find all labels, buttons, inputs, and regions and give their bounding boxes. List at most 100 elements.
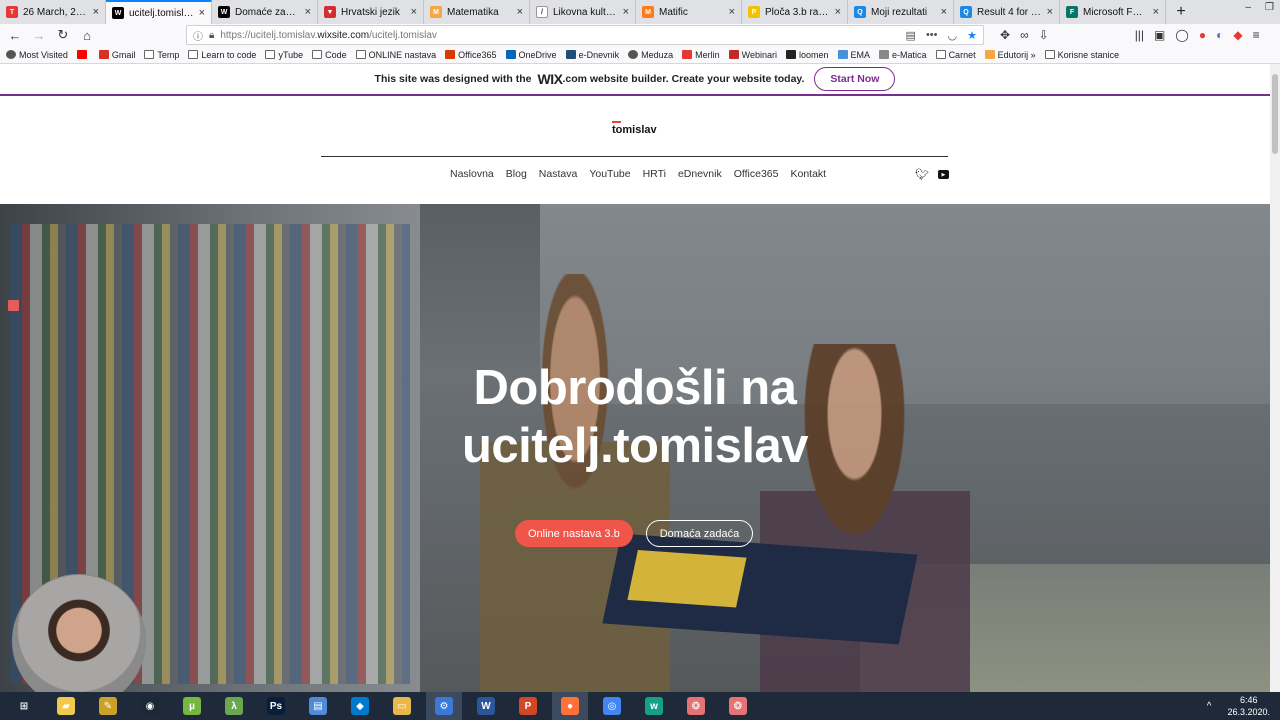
bookmark-3[interactable]: Temp xyxy=(144,50,179,60)
info-icon[interactable]: ⓘ xyxy=(193,28,203,43)
library-icon[interactable]: ||| xyxy=(1135,28,1144,42)
reload-button[interactable]: ↻ xyxy=(52,25,74,45)
tab-3[interactable]: ▼ Hrvatski jezik × xyxy=(318,0,424,24)
reader-view-icon[interactable]: ▤ xyxy=(906,29,916,42)
recording-indicator-icon[interactable] xyxy=(8,300,19,311)
bookmark-13[interactable]: Webinari xyxy=(728,50,777,60)
tab-7[interactable]: P Ploča 3.b razreda × xyxy=(742,0,848,24)
tab-2[interactable]: W Domaće zadaće | u × xyxy=(212,0,318,24)
tab-close-icon[interactable]: × xyxy=(199,7,205,19)
tab-5[interactable]: / Likovna kultura × xyxy=(530,0,636,24)
bookmark-5[interactable]: yTube xyxy=(265,50,303,60)
extension-puzzle-icon[interactable]: ✥ xyxy=(1000,28,1010,42)
bookmark-18[interactable]: Edutorij » xyxy=(984,50,1036,60)
taskbar-app-red2[interactable]: ❂ xyxy=(720,692,756,720)
taskbar-lambda[interactable]: λ xyxy=(216,692,252,720)
bookmark-0[interactable]: Most Visited xyxy=(6,50,68,60)
adblock-icon[interactable]: ● xyxy=(1199,28,1206,42)
new-tab-button[interactable]: + xyxy=(1166,0,1196,24)
start-now-button[interactable]: Start Now xyxy=(814,67,896,91)
taskbar-w-app[interactable]: w xyxy=(636,692,672,720)
bookmark-16[interactable]: e-Matica xyxy=(879,50,927,60)
taskbar-word[interactable]: W xyxy=(468,692,504,720)
bookmark-11[interactable]: Meduza xyxy=(628,50,673,60)
bookmark-17[interactable]: Carnet xyxy=(935,50,976,60)
tab-close-icon[interactable]: × xyxy=(517,6,523,18)
bookmark-1[interactable] xyxy=(76,50,90,59)
tab-close-icon[interactable]: × xyxy=(729,6,735,18)
taskbar-firefox[interactable]: ● xyxy=(552,692,588,720)
extension-red-icon[interactable]: ◆ xyxy=(1233,28,1242,42)
minimize-icon[interactable]: – xyxy=(1245,2,1251,13)
tab-close-icon[interactable]: × xyxy=(1153,6,1159,18)
home-button[interactable]: ⌂ xyxy=(76,25,98,45)
tab-close-icon[interactable]: × xyxy=(305,6,311,18)
site-logo[interactable]: tomislav xyxy=(612,121,657,136)
tab-1[interactable]: Wucitelj.tomislav × xyxy=(106,0,212,24)
bookmark-7[interactable]: ONLINE nastava xyxy=(355,50,436,60)
lock-icon[interactable]: 🔒︎ xyxy=(209,30,214,41)
taskbar-powerpoint[interactable]: P xyxy=(510,692,546,720)
restore-icon[interactable]: ❐ xyxy=(1265,2,1274,13)
taskbar-hub[interactable]: ⚙ xyxy=(426,692,462,720)
url-text[interactable]: https://ucitelj.tomislav.wixsite.com/uci… xyxy=(220,30,437,41)
bookmark-10[interactable]: e-Dnevnik xyxy=(565,50,619,60)
taskbar-edit[interactable]: ✎ xyxy=(90,692,126,720)
page-actions-icon[interactable]: ••• xyxy=(926,29,938,41)
tab-9[interactable]: Q Result 4 for '24032 × xyxy=(954,0,1060,24)
domaca-zadaca-button[interactable]: Domaća zadaća xyxy=(645,520,754,547)
tab-close-icon[interactable]: × xyxy=(93,6,99,18)
sidebar-icon[interactable]: ▣ xyxy=(1154,28,1165,42)
pocket-icon[interactable]: ◡ xyxy=(948,29,958,42)
scrollbar-thumb[interactable] xyxy=(1272,74,1278,154)
twitter-icon[interactable]: 🐦︎ xyxy=(915,168,929,181)
taskbar-chrome[interactable]: ◎ xyxy=(594,692,630,720)
back-button[interactable]: ← xyxy=(4,25,26,45)
taskbar-files[interactable]: ▤ xyxy=(300,692,336,720)
bookmark-9[interactable]: OneDrive xyxy=(505,50,557,60)
taskbar-explorer-sticky[interactable]: ▰ xyxy=(48,692,84,720)
taskbar-utorrent[interactable]: µ xyxy=(174,692,210,720)
tab-close-icon[interactable]: × xyxy=(1047,6,1053,18)
extension-blue-icon[interactable]: ◐ xyxy=(1216,28,1223,42)
menu-item-office365[interactable]: Office365 xyxy=(734,168,779,180)
taskbar-file-explorer[interactable]: ▭ xyxy=(384,692,420,720)
tab-0[interactable]: T 26 March, 2020 - U × xyxy=(0,0,106,24)
system-clock[interactable]: 6:46 26.3.2020. xyxy=(1227,694,1270,718)
menu-item-naslovna[interactable]: Naslovna xyxy=(450,168,494,180)
bookmark-8[interactable]: Office365 xyxy=(445,50,497,60)
taskbar-photoshop[interactable]: Ps xyxy=(258,692,294,720)
tray-arrow-icon[interactable]: ^ xyxy=(1207,701,1212,712)
account-icon[interactable]: ◯ xyxy=(1175,28,1188,42)
tab-close-icon[interactable]: × xyxy=(941,6,947,18)
taskbar-steam[interactable]: ◉ xyxy=(132,692,168,720)
download-icon[interactable]: ⇩ xyxy=(1039,28,1049,42)
taskbar-app-red1[interactable]: ❂ xyxy=(678,692,714,720)
page-scrollbar[interactable] xyxy=(1270,64,1280,692)
bookmark-14[interactable]: loomen xyxy=(786,50,829,60)
menu-item-ednevnik[interactable]: eDnevnik xyxy=(678,168,722,180)
taskbar-vscode[interactable]: ◆ xyxy=(342,692,378,720)
tab-close-icon[interactable]: × xyxy=(623,6,629,18)
menu-item-kontakt[interactable]: Kontakt xyxy=(790,168,826,180)
bookmark-15[interactable]: EMA xyxy=(837,50,870,60)
bookmark-6[interactable]: Code xyxy=(312,50,347,60)
tab-close-icon[interactable]: × xyxy=(835,6,841,18)
menu-item-hrti[interactable]: HRTi xyxy=(643,168,666,180)
menu-item-nastava[interactable]: Nastava xyxy=(539,168,578,180)
taskbar-windows[interactable]: ⊞ xyxy=(6,692,42,720)
hamburger-menu-icon[interactable]: ≡ xyxy=(1253,28,1260,42)
online-nastava-button[interactable]: Online nastava 3.b xyxy=(515,520,633,547)
tab-close-icon[interactable]: × xyxy=(411,6,417,18)
tab-6[interactable]: M Matific × xyxy=(636,0,742,24)
tab-10[interactable]: F Microsoft Forms × xyxy=(1060,0,1166,24)
bookmark-4[interactable]: Learn to code xyxy=(188,50,256,60)
bookmark-2[interactable]: Gmail xyxy=(98,50,135,60)
youtube-icon[interactable]: ▶ xyxy=(937,170,949,179)
glasses-icon[interactable]: ∞ xyxy=(1020,28,1029,42)
bookmark-star-icon[interactable]: ★ xyxy=(967,29,977,42)
bookmark-19[interactable]: Korisne stanice xyxy=(1044,50,1119,60)
url-bar[interactable]: ⓘ 🔒︎ https://ucitelj.tomislav.wixsite.co… xyxy=(186,25,984,45)
tab-4[interactable]: M Matematika × xyxy=(424,0,530,24)
tab-8[interactable]: Q Moji rezultati × xyxy=(848,0,954,24)
